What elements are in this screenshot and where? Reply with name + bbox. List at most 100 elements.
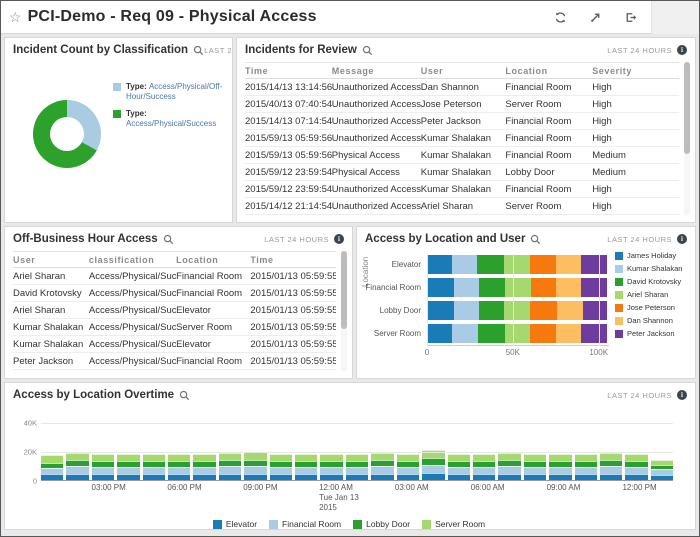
- table-cell[interactable]: Unauthorized Access: [332, 184, 421, 195]
- bar-segment[interactable]: [625, 474, 647, 480]
- stacked-bar[interactable]: [41, 455, 63, 480]
- legend-item[interactable]: David Krotovsky: [615, 277, 689, 286]
- bar-segment[interactable]: [371, 474, 393, 480]
- table-cell[interactable]: Physical Access: [332, 167, 421, 178]
- bar-segment[interactable]: [524, 474, 546, 480]
- stacked-bar[interactable]: [295, 454, 317, 480]
- stacked-bar[interactable]: [549, 454, 571, 480]
- table-row[interactable]: Kumar ShalakanAccess/Physical/SuccessEle…: [13, 336, 336, 353]
- column-header[interactable]: Message: [332, 66, 421, 76]
- table-cell[interactable]: High: [592, 133, 653, 144]
- bar-segment[interactable]: [477, 255, 504, 274]
- stacked-bar[interactable]: [575, 454, 597, 480]
- table-row[interactable]: 2015/59/12 23:59:54Unauthorized AccessKu…: [245, 181, 679, 198]
- stacked-bar[interactable]: [498, 453, 520, 480]
- magnifier-icon[interactable]: [530, 234, 541, 245]
- bar-segment[interactable]: [556, 324, 581, 343]
- table-cell[interactable]: Unauthorized Access: [332, 82, 421, 93]
- bar-segment[interactable]: [478, 324, 505, 343]
- table-cell[interactable]: 2015/01/13 05:59:55: [250, 322, 336, 333]
- bar-segment[interactable]: [505, 324, 530, 343]
- bar-segment[interactable]: [651, 475, 673, 480]
- bar-segment[interactable]: [219, 466, 241, 474]
- bar-segment[interactable]: [530, 301, 557, 320]
- bar-segment[interactable]: [452, 255, 477, 274]
- table-cell[interactable]: 2015/59/12 23:59:54: [245, 167, 332, 178]
- table-row[interactable]: 2015/40/13 07:40:54Unauthorized AccessJo…: [245, 96, 679, 113]
- table-cell[interactable]: Access/Physical/Success: [89, 322, 176, 333]
- bar-segment[interactable]: [530, 255, 556, 274]
- stacked-bar[interactable]: [524, 454, 546, 480]
- bar-segment[interactable]: [473, 454, 495, 461]
- bar-segment[interactable]: [66, 453, 88, 460]
- bar-segment[interactable]: [422, 465, 444, 473]
- magnifier-icon[interactable]: [362, 45, 373, 56]
- bar-segment[interactable]: [143, 474, 165, 480]
- bar-segment[interactable]: [397, 454, 419, 461]
- table-cell[interactable]: High: [592, 99, 653, 110]
- bar-segment[interactable]: [524, 467, 546, 474]
- table-cell[interactable]: Financial Room: [176, 288, 250, 299]
- favorite-star-icon[interactable]: ☆: [9, 9, 22, 26]
- legend-item[interactable]: James Holiday: [615, 251, 689, 260]
- stacked-bar[interactable]: [92, 454, 114, 480]
- stacked-bar[interactable]: [117, 454, 139, 480]
- bar-segment[interactable]: [448, 474, 470, 480]
- bar-segment[interactable]: [504, 301, 530, 320]
- stacked-bar[interactable]: [320, 454, 342, 480]
- bar-segment[interactable]: [427, 278, 454, 297]
- bar-segment[interactable]: [524, 454, 546, 461]
- bar-segment[interactable]: [66, 474, 88, 480]
- bar-segment[interactable]: [427, 255, 452, 274]
- bar-segment[interactable]: [600, 474, 622, 480]
- magnifier-icon[interactable]: [193, 45, 204, 56]
- column-header[interactable]: classification: [89, 255, 176, 265]
- table-cell[interactable]: 2015/14/13 07:14:54: [245, 116, 332, 127]
- table-cell[interactable]: 2015/59/13 05:59:56: [245, 133, 332, 144]
- bar-segment[interactable]: [454, 278, 478, 297]
- stacked-bar[interactable]: [651, 460, 673, 480]
- table-cell[interactable]: Unauthorized Access: [332, 201, 421, 212]
- bar-segment[interactable]: [371, 453, 393, 460]
- bar-segment[interactable]: [498, 453, 520, 460]
- stacked-bar[interactable]: [168, 454, 190, 480]
- bar-segment[interactable]: [193, 467, 215, 474]
- table-scrollbar[interactable]: [341, 251, 347, 371]
- table-cell[interactable]: Peter Jackson: [421, 116, 506, 127]
- bar-segment[interactable]: [193, 474, 215, 480]
- bar-segment[interactable]: [168, 474, 190, 480]
- table-cell[interactable]: Ariel Sharan: [13, 271, 89, 282]
- bar-segment[interactable]: [422, 458, 444, 465]
- table-cell[interactable]: 2015/14/13 13:14:56: [245, 82, 332, 93]
- legend-item[interactable]: Jose Peterson: [615, 303, 689, 312]
- table-cell[interactable]: 2015/59/12 23:59:54: [245, 184, 332, 195]
- bar-segment[interactable]: [575, 454, 597, 461]
- table-cell[interactable]: Elevator: [176, 305, 250, 316]
- legend-item[interactable]: Type: Access/Physical/Off-Hour/Success: [113, 82, 229, 102]
- table-cell[interactable]: Access/Physical/Success: [89, 305, 176, 316]
- bar-segment[interactable]: [448, 467, 470, 474]
- table-cell[interactable]: Financial Room: [176, 271, 250, 282]
- bar-segment[interactable]: [143, 454, 165, 461]
- legend-item[interactable]: Ariel Sharan: [615, 290, 689, 299]
- stacked-bar[interactable]: [397, 454, 419, 480]
- column-header[interactable]: Time: [250, 255, 336, 265]
- bar-segment[interactable]: [320, 467, 342, 474]
- table-cell[interactable]: 2015/01/13 05:59:55: [250, 271, 336, 282]
- bar-segment[interactable]: [66, 466, 88, 474]
- bar-segment[interactable]: [117, 454, 139, 461]
- table-cell[interactable]: Access/Physical/Success: [89, 339, 176, 350]
- bar-segment[interactable]: [427, 301, 454, 320]
- table-cell[interactable]: Kumar Shalakan: [13, 322, 89, 333]
- table-cell[interactable]: 2015/01/13 05:59:55: [250, 288, 336, 299]
- table-cell[interactable]: Unauthorized Access: [332, 133, 421, 144]
- table-cell[interactable]: David Krotovsky: [13, 288, 89, 299]
- info-icon[interactable]: i: [677, 390, 687, 400]
- legend-item[interactable]: Kumar Shalakan: [615, 264, 689, 273]
- legend-item[interactable]: Elevator: [213, 519, 257, 529]
- stacked-bar[interactable]: [143, 454, 165, 480]
- table-cell[interactable]: Medium: [592, 150, 653, 161]
- bar-segment[interactable]: [41, 474, 63, 480]
- bar-segment[interactable]: [575, 467, 597, 474]
- column-header[interactable]: Location: [176, 255, 250, 265]
